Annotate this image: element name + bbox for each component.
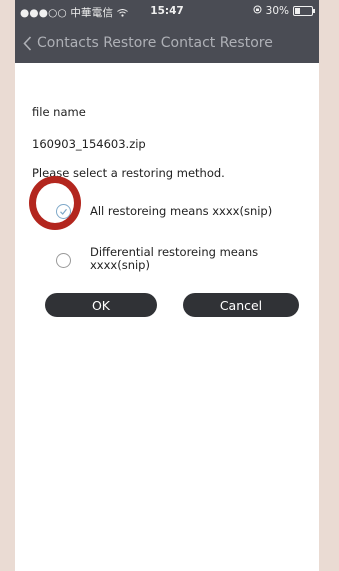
battery-icon [293,6,315,16]
cancel-button[interactable]: Cancel [183,293,299,317]
file-name-label: file name [32,105,86,119]
app-header: ●●●○○ 中華電信 15:47 30% Contacts Restore Co… [15,0,319,63]
rotation-lock-icon [253,5,262,17]
battery-percent: 30% [265,5,289,17]
ok-button[interactable]: OK [45,293,157,317]
option-differential-line2: xxxx(snip) [90,258,150,272]
option-differential-restore-label[interactable]: Differential restoreing means xxxx(snip) [90,246,258,272]
back-button[interactable] [17,28,37,58]
file-name-value: 160903_154603.zip [32,137,146,151]
status-bar: ●●●○○ 中華電信 15:47 30% [15,0,319,22]
radio-differential-restore[interactable] [56,253,71,268]
nav-bar: Contacts Restore Contact Restore [15,28,319,58]
annotation-circle [29,176,81,230]
option-all-restore-label[interactable]: All restoreing means xxxx(snip) [90,205,272,218]
chevron-left-icon [22,35,31,51]
page-title: Contacts Restore Contact Restore [37,35,273,51]
app-screen: ●●●○○ 中華電信 15:47 30% Contacts Restore Co… [15,0,319,571]
status-right: 30% [253,5,315,17]
